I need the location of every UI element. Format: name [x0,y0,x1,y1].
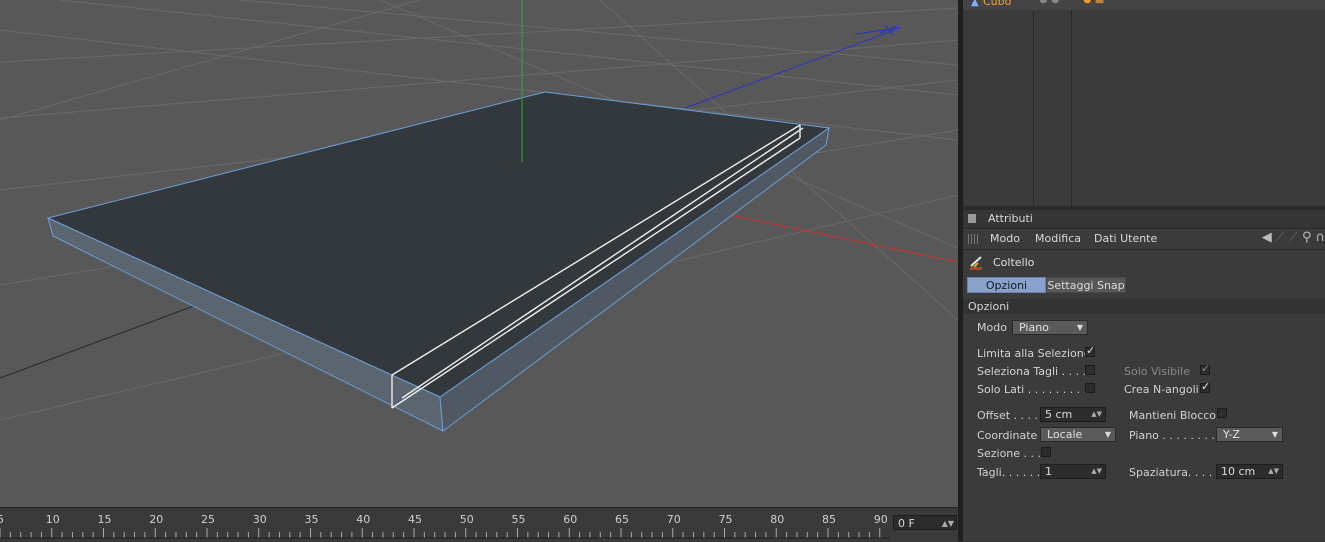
panel-menu-icon[interactable] [968,214,976,223]
cuts-field[interactable]: 1 ▲▼ [1040,464,1106,479]
cube-top-face[interactable] [46,91,831,398]
timeline-tick-label: 30 [252,513,267,526]
viewport-scene[interactable] [0,0,958,507]
menu-user-data[interactable]: Dati Utente [1094,232,1157,245]
attributes-menubar: Modo Modifica Dati Utente ◀ ⟋ ⟋ ⚲ ∩ [963,229,1325,250]
limit-to-selection-label: Limita alla Selezione [977,347,1091,360]
keep-block-label: Mantieni Blocco [1129,409,1217,422]
tab-options[interactable]: Opzioni [967,277,1046,293]
right-panel: ▲ Cubo ● ● ● ▦ Attributi Modo Modifica D… [963,0,1325,541]
chevron-down-icon: ▼ [1076,323,1083,332]
grip-icon[interactable] [968,234,978,244]
timeline-tick-label: 10 [45,513,60,526]
coordinates-dropdown[interactable]: Locale ▼ [1040,427,1116,442]
section-label: Sezione . . . [977,447,1042,460]
menu-edit[interactable]: Modifica [1035,232,1081,245]
back-arrow-icon[interactable]: ◀ [1262,230,1272,245]
section-title: Opzioni [968,300,1010,313]
create-ngons-label: Crea N-angoli [1124,383,1199,396]
chevron-down-icon: ▼ [1104,430,1111,439]
only-visible-checkbox[interactable]: ✓ [1200,362,1210,375]
cube-object-icon: ▲ [971,0,979,8]
offset-field[interactable]: 5 cm ▲▼ [1040,407,1106,422]
visibility-dots-icon[interactable]: ● ● [1039,0,1060,5]
only-edges-checkbox[interactable] [1085,383,1095,393]
timeline-tick-label: 45 [408,513,422,526]
search-icon[interactable]: ⚲ [1302,230,1312,245]
object-tags-icon[interactable]: ● ▦ [1083,0,1104,5]
timeline-tick-label: 80 [770,513,785,526]
only-visible-label: Solo Visibile [1124,365,1190,378]
spacing-field[interactable]: 10 cm ▲▼ [1216,464,1283,479]
timeline-tick-label: 70 [666,513,681,526]
offset-label: Offset . . . . [977,409,1039,422]
cuts-label: Tagli. . . . . . [977,466,1041,479]
timeline-tick-label: 50 [459,513,474,526]
z-axis-handle-icon [854,24,901,36]
knife-tool-icon [970,256,982,270]
options-section-header[interactable]: Opzioni [963,299,1325,314]
create-ngons-checkbox[interactable]: ✓ [1200,380,1210,393]
grid-axis-line [0,299,211,379]
timeline-tick-label: 35 [304,513,319,526]
tool-header: Coltello [963,251,1325,273]
timeline-tick-label: 40 [356,513,371,526]
attributes-header: Attributi [963,210,1325,229]
select-cuts-label: Seleziona Tagli . . . . [977,365,1087,378]
timeline-tick-label: 65 [615,513,629,526]
mode-label: Modo [977,321,1007,334]
3d-viewport[interactable] [0,0,958,507]
timeline-tick-label: 20 [149,513,164,526]
object-name[interactable]: Cubo [983,0,1011,8]
mode-dropdown[interactable]: Piano ▼ [1012,320,1088,335]
timeline-tick-label: 15 [97,513,112,526]
forward-arrow-icon[interactable]: ⟋ [1276,230,1285,245]
attributes-title: Attributi [988,212,1033,225]
timeline-tick-label: 25 [201,513,215,526]
timeline-tick-label: 85 [822,513,836,526]
timeline[interactable]: 5 10 15 20 25 30 35 40 45 50 55 60 65 70 75 80 85 90 0 F ▲… [0,507,958,542]
plane-dropdown[interactable]: Y-Z ▼ [1216,427,1283,442]
current-frame-field[interactable]: 0 F ▲▼ [893,515,957,530]
coordinates-label: Coordinate [977,429,1038,442]
x-axis-line [704,209,958,263]
timeline-tick-label: 75 [718,513,733,526]
tool-name: Coltello [993,256,1035,269]
chevron-down-icon: ▼ [1271,430,1278,439]
spacing-label: Spaziatura. . . . . [1129,466,1220,479]
object-manager: ▲ Cubo ● ● ● ▦ [963,0,1325,206]
timeline-tick-label: 5 [0,513,4,526]
object-row-cube[interactable]: ▲ Cubo ● ● ● ▦ [963,0,1325,10]
tab-snap-settings[interactable]: Settaggi Snap [1046,277,1126,293]
select-cuts-checkbox[interactable] [1085,365,1095,375]
limit-to-selection-checkbox[interactable]: ✓ [1085,344,1095,357]
lock-icon[interactable]: ∩ [1315,230,1325,245]
timeline-ruler [0,528,890,539]
timeline-tick-label: 90 [873,513,888,526]
plane-label: Piano . . . . . . . . . [1129,429,1222,442]
keep-block-checkbox[interactable] [1217,408,1227,418]
menu-mode[interactable]: Modo [990,232,1020,245]
timeline-tick-label: 60 [563,513,578,526]
section-checkbox[interactable] [1041,447,1051,457]
up-arrow-icon[interactable]: ⟋ [1289,230,1298,245]
timeline-tick-label: 55 [511,513,526,526]
only-edges-label: Solo Lati . . . . . . . . . [977,383,1088,396]
